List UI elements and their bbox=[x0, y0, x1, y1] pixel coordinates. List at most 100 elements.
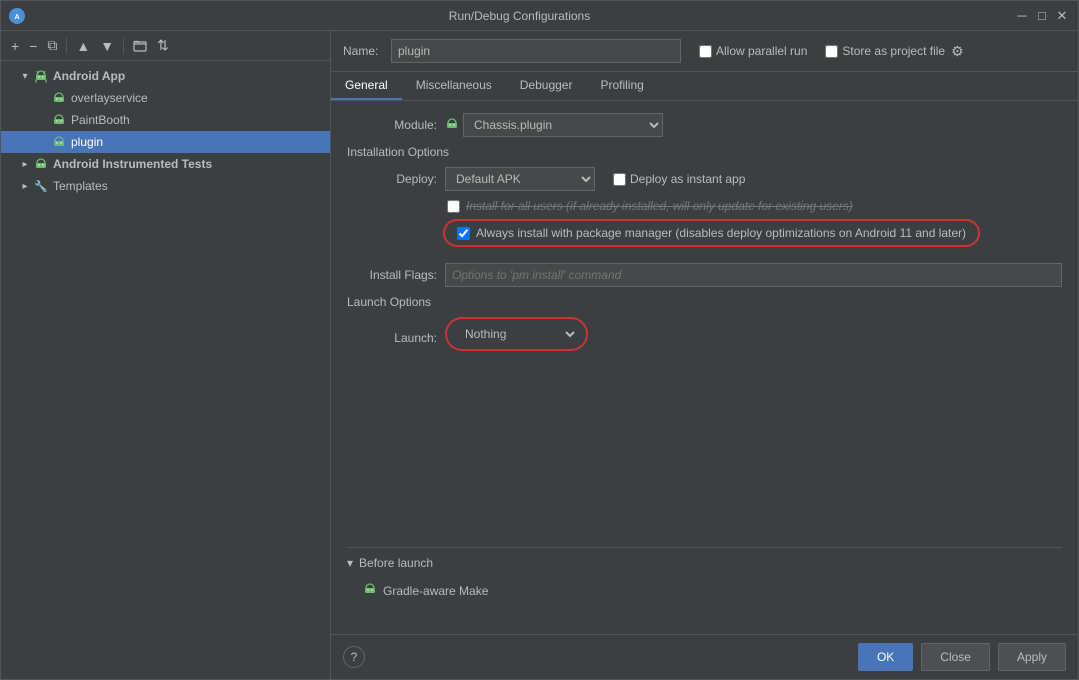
always-install-highlighted: Always install with package manager (dis… bbox=[443, 219, 980, 247]
android-icon-plugin bbox=[51, 134, 67, 150]
app-logo: A bbox=[9, 8, 25, 24]
tree-item-plugin[interactable]: ▸ plugin bbox=[1, 131, 330, 153]
launch-label: Launch: bbox=[347, 331, 437, 345]
tree-item-overlayservice[interactable]: ▸ overlayservice bbox=[1, 87, 330, 109]
install-flags-label: Install Flags: bbox=[347, 268, 437, 282]
deploy-instant-label: Deploy as instant app bbox=[630, 172, 745, 186]
launch-select-highlighted: Nothing Default Activity Specified Activ… bbox=[445, 317, 588, 351]
toolbar-separator-1 bbox=[66, 38, 67, 54]
name-label: Name: bbox=[343, 44, 383, 58]
before-launch-header[interactable]: ▾ Before launch bbox=[347, 547, 1062, 578]
spacer bbox=[347, 367, 1062, 547]
toolbar-separator-2 bbox=[123, 38, 124, 54]
run-debug-configurations-window: A Run/Debug Configurations ─ □ ✕ + − ⧉ ▲… bbox=[0, 0, 1079, 680]
tree-item-paintbooth-label: PaintBooth bbox=[71, 113, 130, 127]
tab-general[interactable]: General bbox=[331, 72, 402, 100]
sidebar-toolbar: + − ⧉ ▲ ▼ ⇅ bbox=[1, 31, 330, 61]
module-select[interactable]: Chassis.plugin bbox=[463, 113, 663, 137]
remove-config-button[interactable]: − bbox=[25, 36, 41, 56]
install-flags-row: Install Flags: bbox=[347, 263, 1062, 287]
store-project-checkbox[interactable] bbox=[825, 45, 838, 58]
gradle-aware-make-item[interactable]: Gradle-aware Make bbox=[347, 578, 1062, 603]
launch-select[interactable]: Nothing Default Activity Specified Activ… bbox=[455, 322, 578, 346]
before-launch-arrow: ▾ bbox=[347, 556, 353, 570]
tree-item-overlayservice-label: overlayservice bbox=[71, 91, 148, 105]
expand-arrow-instrumented: ▸ bbox=[19, 158, 31, 170]
android-icon-overlay bbox=[51, 90, 67, 106]
allow-parallel-label: Allow parallel run bbox=[716, 44, 807, 58]
tree-item-plugin-label: plugin bbox=[71, 135, 103, 149]
sort-button[interactable]: ⇅ bbox=[153, 35, 173, 56]
name-input[interactable] bbox=[391, 39, 681, 63]
tabs-bar: General Miscellaneous Debugger Profiling bbox=[331, 72, 1078, 101]
configuration-tree: ▾ Android App bbox=[1, 61, 330, 679]
deploy-row: Deploy: Default APK APK from app bundle … bbox=[347, 167, 1062, 191]
android-icon bbox=[33, 68, 49, 84]
right-panel: Name: Allow parallel run Store as projec… bbox=[331, 31, 1078, 679]
move-down-button[interactable]: ▼ bbox=[96, 36, 118, 56]
window-title: Run/Debug Configurations bbox=[25, 9, 1014, 23]
installation-options-title: Installation Options bbox=[347, 145, 1062, 159]
install-flags-input[interactable] bbox=[445, 263, 1062, 287]
before-launch-section: ▾ Before launch Gradle-aware M bbox=[347, 547, 1062, 603]
module-row: Module: Chassis.plugin bbox=[347, 113, 1062, 137]
always-install-checkbox[interactable] bbox=[457, 227, 470, 240]
deploy-select[interactable]: Default APK APK from app bundle Nothing bbox=[445, 167, 595, 191]
wrench-icon: 🔧 bbox=[33, 178, 49, 194]
gradle-icon bbox=[363, 582, 377, 599]
bottom-right: OK Close Apply bbox=[858, 643, 1066, 671]
apply-button[interactable]: Apply bbox=[998, 643, 1066, 671]
tab-profiling[interactable]: Profiling bbox=[586, 72, 657, 100]
name-row: Name: Allow parallel run Store as projec… bbox=[331, 31, 1078, 72]
maximize-button[interactable]: □ bbox=[1034, 8, 1050, 24]
tree-group-instrumented[interactable]: ▸ Android Instrumented Tests bbox=[1, 153, 330, 175]
deploy-label: Deploy: bbox=[347, 172, 437, 186]
title-bar: A Run/Debug Configurations ─ □ ✕ bbox=[1, 1, 1078, 31]
tree-item-templates[interactable]: ▸ 🔧 Templates bbox=[1, 175, 330, 197]
move-up-button[interactable]: ▲ bbox=[72, 36, 94, 56]
android-icon-paintbooth bbox=[51, 112, 67, 128]
module-label: Module: bbox=[347, 118, 437, 132]
store-settings-gear[interactable]: ⚙ bbox=[949, 43, 966, 60]
tree-group-android-app-label: Android App bbox=[53, 69, 125, 83]
close-config-button[interactable]: Close bbox=[921, 643, 990, 671]
expand-arrow-templates: ▸ bbox=[19, 180, 31, 192]
allow-parallel-checkbox[interactable] bbox=[699, 45, 712, 58]
main-content: + − ⧉ ▲ ▼ ⇅ ▾ bbox=[1, 31, 1078, 679]
always-install-label: Always install with package manager (dis… bbox=[476, 226, 966, 240]
tree-item-templates-label: Templates bbox=[53, 179, 108, 193]
bottom-left: ? bbox=[343, 646, 365, 668]
ok-button[interactable]: OK bbox=[858, 643, 913, 671]
svg-text:A: A bbox=[14, 14, 19, 21]
add-config-button[interactable]: + bbox=[7, 36, 23, 56]
store-project-label: Store as project file bbox=[842, 44, 945, 58]
store-project-group: Store as project file ⚙ bbox=[825, 43, 965, 60]
always-install-container: Always install with package manager (dis… bbox=[347, 219, 1062, 255]
folder-button[interactable] bbox=[129, 37, 151, 55]
tree-group-instrumented-label: Android Instrumented Tests bbox=[53, 157, 212, 171]
help-button[interactable]: ? bbox=[343, 646, 365, 668]
close-button[interactable]: ✕ bbox=[1054, 8, 1070, 24]
allow-parallel-group: Allow parallel run bbox=[699, 44, 807, 58]
tree-group-android-app[interactable]: ▾ Android App bbox=[1, 65, 330, 87]
launch-options-title: Launch Options bbox=[347, 295, 1062, 309]
window-controls: ─ □ ✕ bbox=[1014, 8, 1070, 24]
module-android-icon bbox=[445, 117, 459, 134]
minimize-button[interactable]: ─ bbox=[1014, 8, 1030, 24]
before-launch-title: Before launch bbox=[359, 556, 433, 570]
form-area: Module: Chassis.plugin bbox=[331, 101, 1078, 634]
sidebar: + − ⧉ ▲ ▼ ⇅ ▾ bbox=[1, 31, 331, 679]
install-all-users-label: Install for all users (if already instal… bbox=[466, 199, 853, 213]
install-all-users-row: Install for all users (if already instal… bbox=[347, 199, 1062, 213]
expand-arrow-android-app: ▾ bbox=[19, 70, 31, 82]
launch-row: Launch: Nothing Default Activity Specifi… bbox=[347, 317, 1062, 359]
tab-debugger[interactable]: Debugger bbox=[506, 72, 587, 100]
tab-miscellaneous[interactable]: Miscellaneous bbox=[402, 72, 506, 100]
install-all-users-checkbox[interactable] bbox=[447, 200, 460, 213]
deploy-instant-checkbox[interactable] bbox=[613, 173, 626, 186]
android-icon-instrumented bbox=[33, 156, 49, 172]
bottom-bar: ? OK Close Apply bbox=[331, 634, 1078, 679]
copy-config-button[interactable]: ⧉ bbox=[43, 35, 61, 56]
gradle-aware-make-label: Gradle-aware Make bbox=[383, 584, 488, 598]
tree-item-paintbooth[interactable]: ▸ PaintBooth bbox=[1, 109, 330, 131]
